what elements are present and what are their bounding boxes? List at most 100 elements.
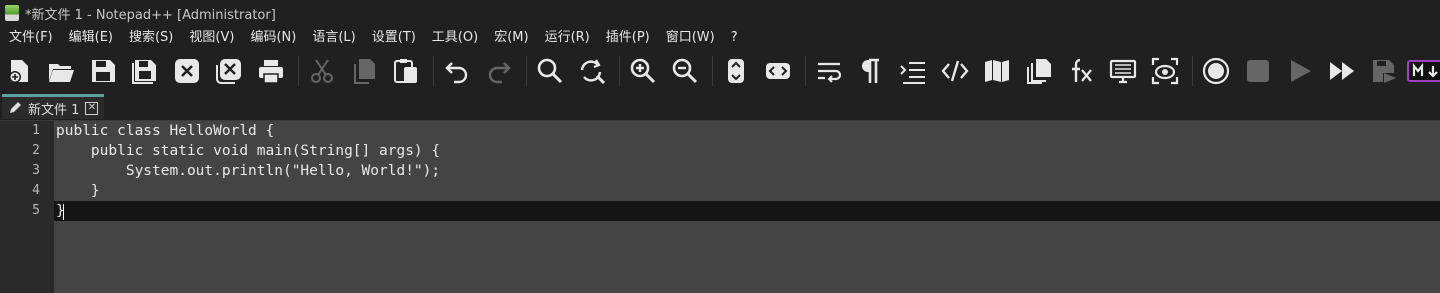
replace-button[interactable] (573, 52, 611, 90)
copy-button[interactable] (345, 52, 383, 90)
document-map-icon (985, 59, 1009, 82)
code-line[interactable]: public static void main(String[] args) { (56, 141, 440, 161)
monitoring-button[interactable] (1146, 52, 1184, 90)
editor-area[interactable]: 1 2 3 4 5 public class HelloWorld { publ… (0, 121, 1440, 293)
save-all-button[interactable] (126, 52, 164, 90)
paste-button[interactable] (387, 52, 425, 90)
zoom-out-button[interactable] (666, 52, 704, 90)
menu-plugins[interactable]: 插件(P) (598, 27, 658, 49)
pencil-icon (10, 102, 21, 113)
zoom-in-icon (630, 58, 656, 83)
toolbar-separator (712, 55, 713, 86)
window-title: *新文件 1 - Notepad++ [Administrator] (25, 7, 276, 23)
cut-icon (311, 58, 333, 83)
undo-button[interactable] (438, 52, 476, 90)
close-button[interactable] (168, 52, 206, 90)
play-macro-icon (1291, 59, 1311, 82)
sync-horizontal-scroll-button[interactable] (759, 52, 797, 90)
tab-close-icon[interactable]: ✕ (85, 101, 99, 115)
print-button[interactable] (252, 52, 290, 90)
toolbar-separator (526, 55, 527, 86)
save-macro-icon (1373, 59, 1396, 83)
zoom-out-icon (672, 58, 698, 83)
stop-recording-icon (1247, 59, 1269, 82)
print-icon (259, 59, 283, 84)
line-number-gutter: 1 2 3 4 5 (0, 121, 54, 293)
toolbar-separator (619, 55, 620, 86)
indent-guide-icon (900, 61, 925, 84)
current-line-highlight (54, 201, 1440, 221)
paste-icon (394, 58, 417, 83)
monitoring-icon (1151, 57, 1179, 84)
redo-button[interactable] (480, 52, 518, 90)
toolbar (0, 49, 1440, 92)
menu-help[interactable]: ? (723, 27, 746, 49)
close-all-button[interactable] (210, 52, 248, 90)
open-file-button[interactable] (42, 52, 80, 90)
find-button[interactable] (531, 52, 569, 90)
show-all-characters-button[interactable] (852, 52, 890, 90)
save-button[interactable] (84, 52, 122, 90)
sync-horizontal-icon (766, 62, 790, 79)
record-macro-icon (1202, 57, 1230, 84)
word-wrap-button[interactable] (810, 52, 848, 90)
tab-new-file-1[interactable]: 新文件 1 ✕ (2, 94, 104, 119)
function-list-button[interactable] (1062, 52, 1100, 90)
folder-as-workspace-button[interactable] (1104, 52, 1142, 90)
menu-search[interactable]: 搜索(S) (121, 27, 181, 49)
word-wrap-icon (818, 62, 842, 83)
line-number: 2 (32, 143, 40, 158)
new-file-button[interactable] (0, 52, 38, 90)
menu-edit[interactable]: 编辑(E) (61, 27, 121, 49)
code-line[interactable]: public class HelloWorld { (56, 121, 274, 141)
line-number: 1 (32, 123, 40, 138)
line-number: 3 (32, 163, 40, 178)
menu-file[interactable]: 文件(F) (0, 27, 61, 49)
stop-recording-button[interactable] (1239, 52, 1277, 90)
code-line[interactable]: System.out.println("Hello, World!"); (56, 161, 440, 181)
zoom-in-button[interactable] (624, 52, 662, 90)
code-line[interactable]: } (56, 181, 100, 201)
line-number: 4 (32, 183, 40, 198)
new-file-icon (9, 59, 28, 83)
save-all-icon (132, 59, 156, 84)
document-map-button[interactable] (978, 52, 1016, 90)
open-folder-icon (49, 63, 74, 82)
undo-icon (445, 61, 468, 83)
document-list-button[interactable] (1020, 52, 1058, 90)
menu-bar: 文件(F) 编辑(E) 搜索(S) 视图(V) 编码(N) 语言(L) 设置(T… (0, 27, 1440, 49)
folder-as-workspace-icon (1109, 59, 1137, 83)
save-macro-button[interactable] (1365, 52, 1403, 90)
play-macro-button[interactable] (1281, 52, 1319, 90)
xml-tag-button[interactable] (936, 52, 974, 90)
menu-settings[interactable]: 设置(T) (364, 27, 424, 49)
menu-macro[interactable]: 宏(M) (486, 27, 536, 49)
markdown-icon (1407, 59, 1440, 82)
line-number: 5 (32, 203, 40, 218)
run-macro-multiple-button[interactable] (1323, 52, 1361, 90)
menu-language[interactable]: 语言(L) (304, 27, 363, 49)
record-macro-button[interactable] (1197, 52, 1235, 90)
menu-view[interactable]: 视图(V) (181, 27, 242, 49)
menu-tools[interactable]: 工具(O) (424, 27, 486, 49)
tab-label: 新文件 1 (28, 102, 80, 118)
text-caret (63, 204, 64, 220)
redo-icon (488, 61, 511, 83)
notepad-plus-plus-logo-icon (5, 5, 19, 21)
tab-bar: 新文件 1 ✕ (0, 92, 1440, 121)
menu-window[interactable]: 窗口(W) (658, 27, 723, 49)
sync-vertical-scroll-button[interactable] (717, 52, 755, 90)
menu-run[interactable]: 运行(R) (537, 27, 598, 49)
close-icon (175, 58, 199, 83)
sync-vertical-icon (728, 58, 744, 83)
document-list-icon (1027, 58, 1051, 84)
markdown-button[interactable] (1407, 52, 1440, 90)
cut-button[interactable] (303, 52, 341, 90)
menu-encoding[interactable]: 编码(N) (242, 27, 304, 49)
function-list-icon (1072, 58, 1092, 82)
toolbar-separator (1192, 55, 1193, 86)
toolbar-separator (433, 55, 434, 86)
toolbar-separator (298, 55, 299, 86)
replace-icon (580, 58, 606, 84)
indent-guide-button[interactable] (894, 52, 932, 90)
